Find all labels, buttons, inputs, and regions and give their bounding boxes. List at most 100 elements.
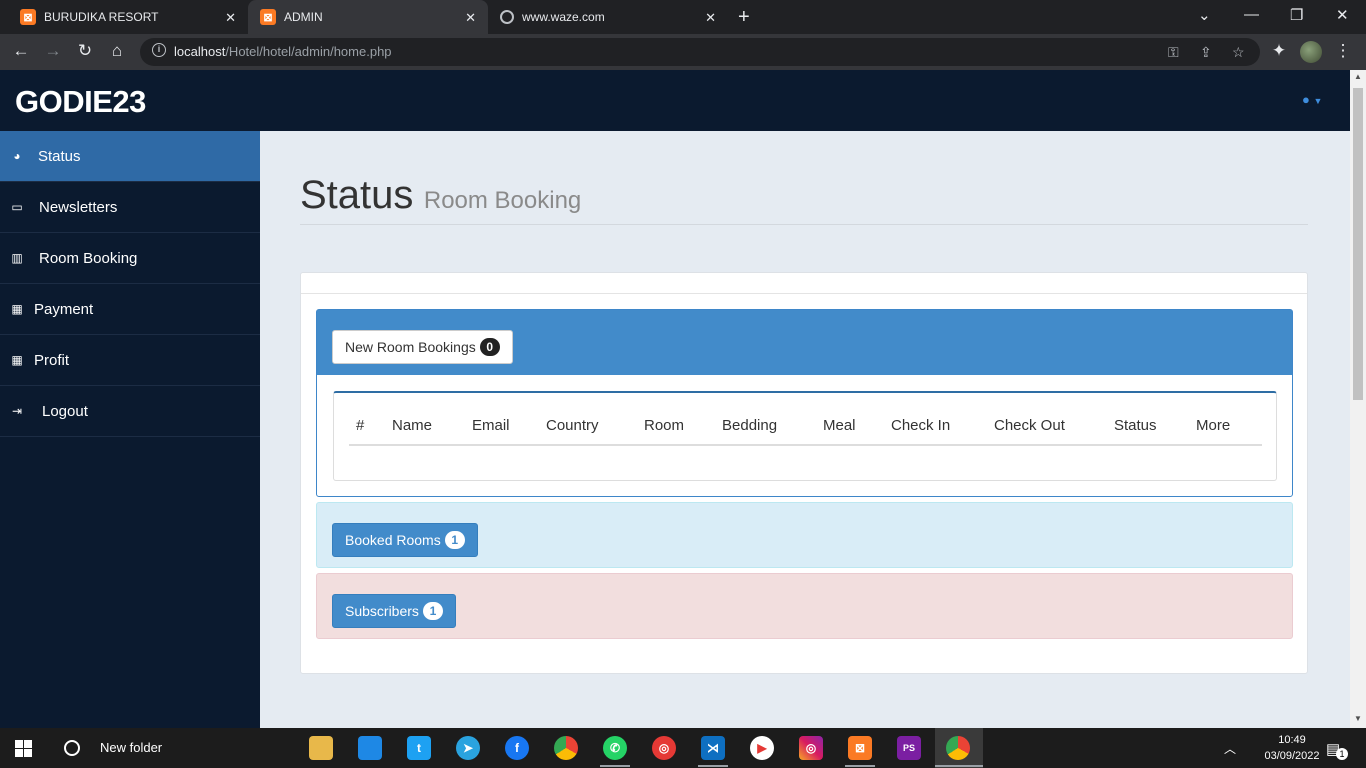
twitter-icon[interactable]: t <box>407 736 431 760</box>
sidebar-item-label: Logout <box>42 402 88 420</box>
media-player-icon[interactable]: ▶ <box>750 736 774 760</box>
phone-link-icon[interactable] <box>358 736 382 760</box>
web-page: GODIE23 ● ▼ ◕ Status ▭ Newsletters ▥ Roo… <box>0 70 1350 728</box>
home-icon[interactable]: ⌂ <box>106 41 128 61</box>
panel-heading <box>301 273 1307 294</box>
instagram-icon[interactable]: ◎ <box>799 736 823 760</box>
facebook-icon[interactable]: f <box>505 736 529 760</box>
taskbar-clock[interactable]: 10:49 03/09/2022 <box>1262 732 1322 764</box>
scrollbar-thumb[interactable] <box>1353 88 1363 400</box>
clock-date: 03/09/2022 <box>1264 750 1320 762</box>
address-bar[interactable]: i localhost/Hotel/hotel/admin/home.php ⚿… <box>140 38 1260 66</box>
bar-chart-icon: ▥ <box>11 251 23 265</box>
screen-recorder-icon[interactable]: ◎ <box>652 736 676 760</box>
table-header-email: Email <box>472 417 510 434</box>
chrome-icon[interactable] <box>554 736 578 760</box>
page-scrollbar[interactable]: ▲ ▼ <box>1350 70 1366 728</box>
page-title: Status <box>300 173 414 217</box>
extensions-icon[interactable]: ✦ <box>1268 41 1290 61</box>
running-indicator <box>845 765 875 767</box>
close-icon[interactable]: ✕ <box>465 10 476 26</box>
button-label: New Room Bookings <box>345 339 476 355</box>
dashboard-icon: ◕ <box>13 149 21 163</box>
page-subtitle: Room Booking <box>423 187 582 214</box>
tab-title: www.waze.com <box>522 10 605 24</box>
globe-icon <box>500 10 514 24</box>
booked-rooms-button[interactable]: Booked Rooms 1 <box>332 523 478 557</box>
running-indicator <box>600 765 630 767</box>
sidebar-item-label: Newsletters <box>39 198 118 216</box>
tab-title: ADMIN <box>284 10 323 24</box>
forward-icon[interactable]: → <box>42 41 64 61</box>
table-header-check-out: Check Out <box>994 417 1065 434</box>
info-icon[interactable]: i <box>152 43 166 57</box>
table-header-status: Status <box>1114 417 1157 434</box>
profile-avatar[interactable] <box>1300 41 1322 63</box>
new-tab-icon[interactable]: + <box>738 6 750 29</box>
xampp-icon[interactable]: ⊠ <box>848 736 872 760</box>
button-label: Subscribers <box>345 603 419 619</box>
chevron-down-icon[interactable]: ⌄ <box>1198 6 1211 24</box>
table-header-check-in: Check In <box>891 417 951 434</box>
sidebar-item-logout[interactable]: ⇥ Logout <box>0 386 260 437</box>
sidebar-item-label: Payment <box>34 300 94 318</box>
close-icon[interactable]: ✕ <box>225 10 236 26</box>
whatsapp-icon[interactable]: ✆ <box>603 736 627 760</box>
back-icon[interactable]: ← <box>10 41 32 61</box>
new-room-bookings-button[interactable]: New Room Bookings 0 <box>332 330 513 364</box>
table-header-name: Name <box>392 417 433 434</box>
sidebar-item-payment[interactable]: ▦ Payment <box>0 284 260 335</box>
tab-burudika-resort[interactable]: ⊠ BURUDIKA RESORT ✕ <box>0 0 248 34</box>
count-badge: 1 <box>444 531 465 549</box>
chrome-icon[interactable] <box>946 736 970 760</box>
browser-toolbar: ← → ↻ ⌂ i localhost/Hotel/hotel/admin/ho… <box>0 34 1366 70</box>
scroll-down-icon[interactable]: ▼ <box>1354 714 1362 723</box>
sign-out-icon: ⇥ <box>11 404 23 418</box>
sidebar-item-profit[interactable]: ▦ Profit <box>0 335 260 386</box>
notification-count-badge: 1 <box>1336 748 1348 760</box>
table-header-bedding: Bedding <box>722 417 778 434</box>
running-indicator <box>698 765 728 767</box>
main-content: Status Room Booking New Room Bookings 0 … <box>260 131 1350 728</box>
bookmark-star-icon[interactable]: ☆ <box>1232 44 1245 61</box>
cortana-icon[interactable] <box>64 740 80 756</box>
url-text[interactable]: localhost/Hotel/hotel/admin/home.php <box>174 44 392 59</box>
share-icon[interactable]: ⇪ <box>1200 44 1212 61</box>
new-bookings-panel: New Room Bookings 0 # Name Email Country… <box>316 309 1293 497</box>
minimize-icon[interactable]: — <box>1244 6 1259 23</box>
file-explorer-icon[interactable] <box>309 736 333 760</box>
brand-logo[interactable]: GODIE23 <box>15 84 146 120</box>
scroll-up-icon[interactable]: ▲ <box>1354 72 1362 81</box>
subscribers-panel: Subscribers 1 <box>316 573 1293 639</box>
page-header: Status Room Booking <box>300 173 1308 225</box>
reload-icon[interactable]: ↻ <box>74 41 96 61</box>
subscribers-button[interactable]: Subscribers 1 <box>332 594 456 628</box>
table-header-number: # <box>356 417 365 434</box>
close-window-icon[interactable]: ✕ <box>1336 6 1349 24</box>
new-bookings-heading: New Room Bookings 0 <box>317 310 1292 375</box>
restore-icon[interactable]: ❐ <box>1290 6 1303 24</box>
windows-taskbar: New folder t ➤ f ✆ ◎ ⋊ ▶ ◎ ⊠ PS ︿ 10:49 … <box>0 728 1366 768</box>
user-icon: ● <box>1302 92 1310 107</box>
close-icon[interactable]: ✕ <box>705 10 716 26</box>
key-icon[interactable]: ⚿ <box>1168 44 1179 61</box>
phpstorm-icon[interactable]: PS <box>897 736 921 760</box>
menu-icon[interactable]: ⋮ <box>1332 41 1354 61</box>
xampp-icon: ⊠ <box>260 9 276 25</box>
telegram-icon[interactable]: ➤ <box>456 736 480 760</box>
sidebar-item-newsletters[interactable]: ▭ Newsletters <box>0 182 260 233</box>
clock-time: 10:49 <box>1278 734 1306 746</box>
table-header-room: Room <box>644 417 685 434</box>
sidebar-item-status[interactable]: ◕ Status <box>0 131 260 182</box>
tab-admin[interactable]: ⊠ ADMIN ✕ <box>248 0 488 34</box>
sidebar-item-room-booking[interactable]: ▥ Room Booking <box>0 233 260 284</box>
user-menu-dropdown[interactable]: ● ▼ <box>1302 92 1322 107</box>
table-header-meal: Meal <box>823 417 856 434</box>
tray-chevron-up-icon[interactable]: ︿ <box>1224 740 1236 757</box>
running-indicator <box>935 765 983 767</box>
tab-waze[interactable]: www.waze.com ✕ <box>488 0 728 34</box>
vscode-icon[interactable]: ⋊ <box>701 736 725 760</box>
count-badge: 1 <box>422 602 443 620</box>
table-header-country: Country <box>546 417 599 434</box>
taskbar-search-text[interactable]: New folder <box>100 740 162 755</box>
